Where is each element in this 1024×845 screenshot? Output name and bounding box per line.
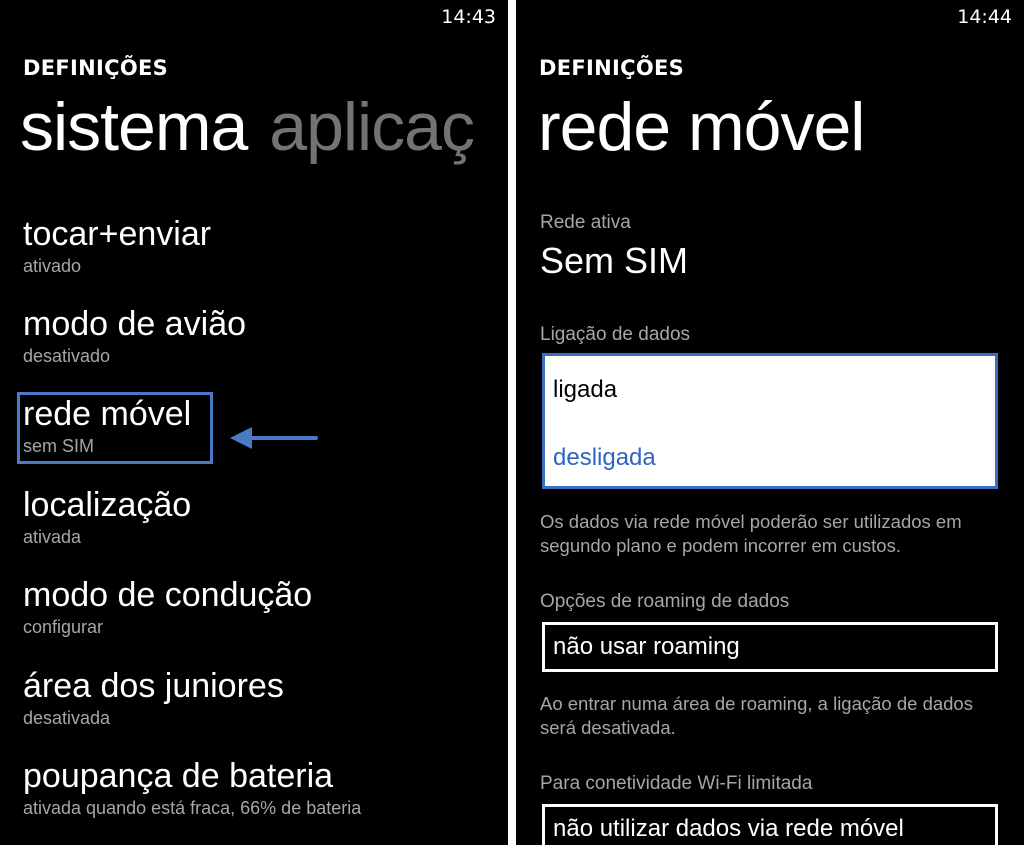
setting-title: poupança de bateria: [23, 757, 334, 795]
right-screen: 14:44 DEFINIÇÕES rede móvel Rede ativa S…: [516, 0, 1024, 845]
pivot-tab-aplicacoes[interactable]: aplicaç: [269, 89, 475, 165]
setting-subtitle: configurar: [23, 617, 104, 637]
setting-title: tocar+enviar: [23, 215, 212, 253]
setting-subtitle: desativado: [23, 346, 111, 366]
setting-title: localização: [23, 486, 192, 524]
roaming-label: Opções de roaming de dados: [540, 591, 790, 612]
setting-subtitle: ativada quando está fraca, 66% de bateri…: [23, 798, 362, 818]
wifi-limited-picker-value: não utilizar dados via rede móvel: [553, 815, 904, 842]
annotation-highlight-box: [17, 392, 213, 464]
setting-title: área dos juniores: [23, 667, 284, 705]
app-title: DEFINIÇÕES: [23, 56, 169, 80]
setting-subtitle: ativada: [23, 527, 82, 547]
setting-item-area-juniores[interactable]: área dos juniores desativada: [23, 666, 284, 729]
setting-item-localizacao[interactable]: localização ativada: [23, 485, 191, 548]
pivot-header: sistema aplicaç: [20, 88, 475, 166]
annotation-arrow-icon: [230, 427, 318, 449]
picker-option-desligada[interactable]: desligada: [553, 444, 656, 472]
data-connection-label: Ligação de dados: [540, 324, 691, 345]
setting-title: modo de condução: [23, 576, 313, 614]
setting-item-modo-conducao[interactable]: modo de condução configurar: [23, 575, 312, 638]
setting-item-tocar-enviar[interactable]: tocar+enviar ativado: [23, 214, 211, 277]
data-connection-picker[interactable]: ligada desligada: [542, 353, 998, 489]
active-network-value: Sem SIM: [540, 240, 689, 281]
roaming-description: Ao entrar numa área de roaming, a ligaçã…: [540, 693, 973, 738]
active-network-label: Rede ativa: [540, 212, 631, 233]
status-clock: 14:43: [441, 6, 496, 28]
pivot-tab-sistema[interactable]: sistema: [20, 89, 248, 165]
setting-title: modo de avião: [23, 305, 247, 343]
setting-subtitle: desativada: [23, 708, 111, 728]
status-clock: 14:44: [957, 6, 1012, 28]
left-screen: 14:43 DEFINIÇÕES sistema aplicaç tocar+en…: [0, 0, 508, 845]
setting-subtitle: ativado: [23, 256, 82, 276]
wifi-limited-label: Para conetividade Wi-Fi limitada: [540, 773, 813, 794]
setting-item-poupanca-bateria[interactable]: poupança de bateria ativada quando está …: [23, 756, 361, 819]
app-title: DEFINIÇÕES: [539, 56, 685, 80]
roaming-picker[interactable]: não usar roaming: [542, 622, 998, 672]
roaming-picker-value: não usar roaming: [553, 633, 740, 660]
picker-option-ligada[interactable]: ligada: [553, 376, 617, 404]
wifi-limited-picker[interactable]: não utilizar dados via rede móvel: [542, 804, 998, 845]
setting-item-modo-aviao[interactable]: modo de avião desativado: [23, 304, 246, 367]
page-title: rede móvel: [538, 89, 865, 165]
data-connection-description: Os dados via rede móvel poderão ser util…: [540, 511, 962, 556]
